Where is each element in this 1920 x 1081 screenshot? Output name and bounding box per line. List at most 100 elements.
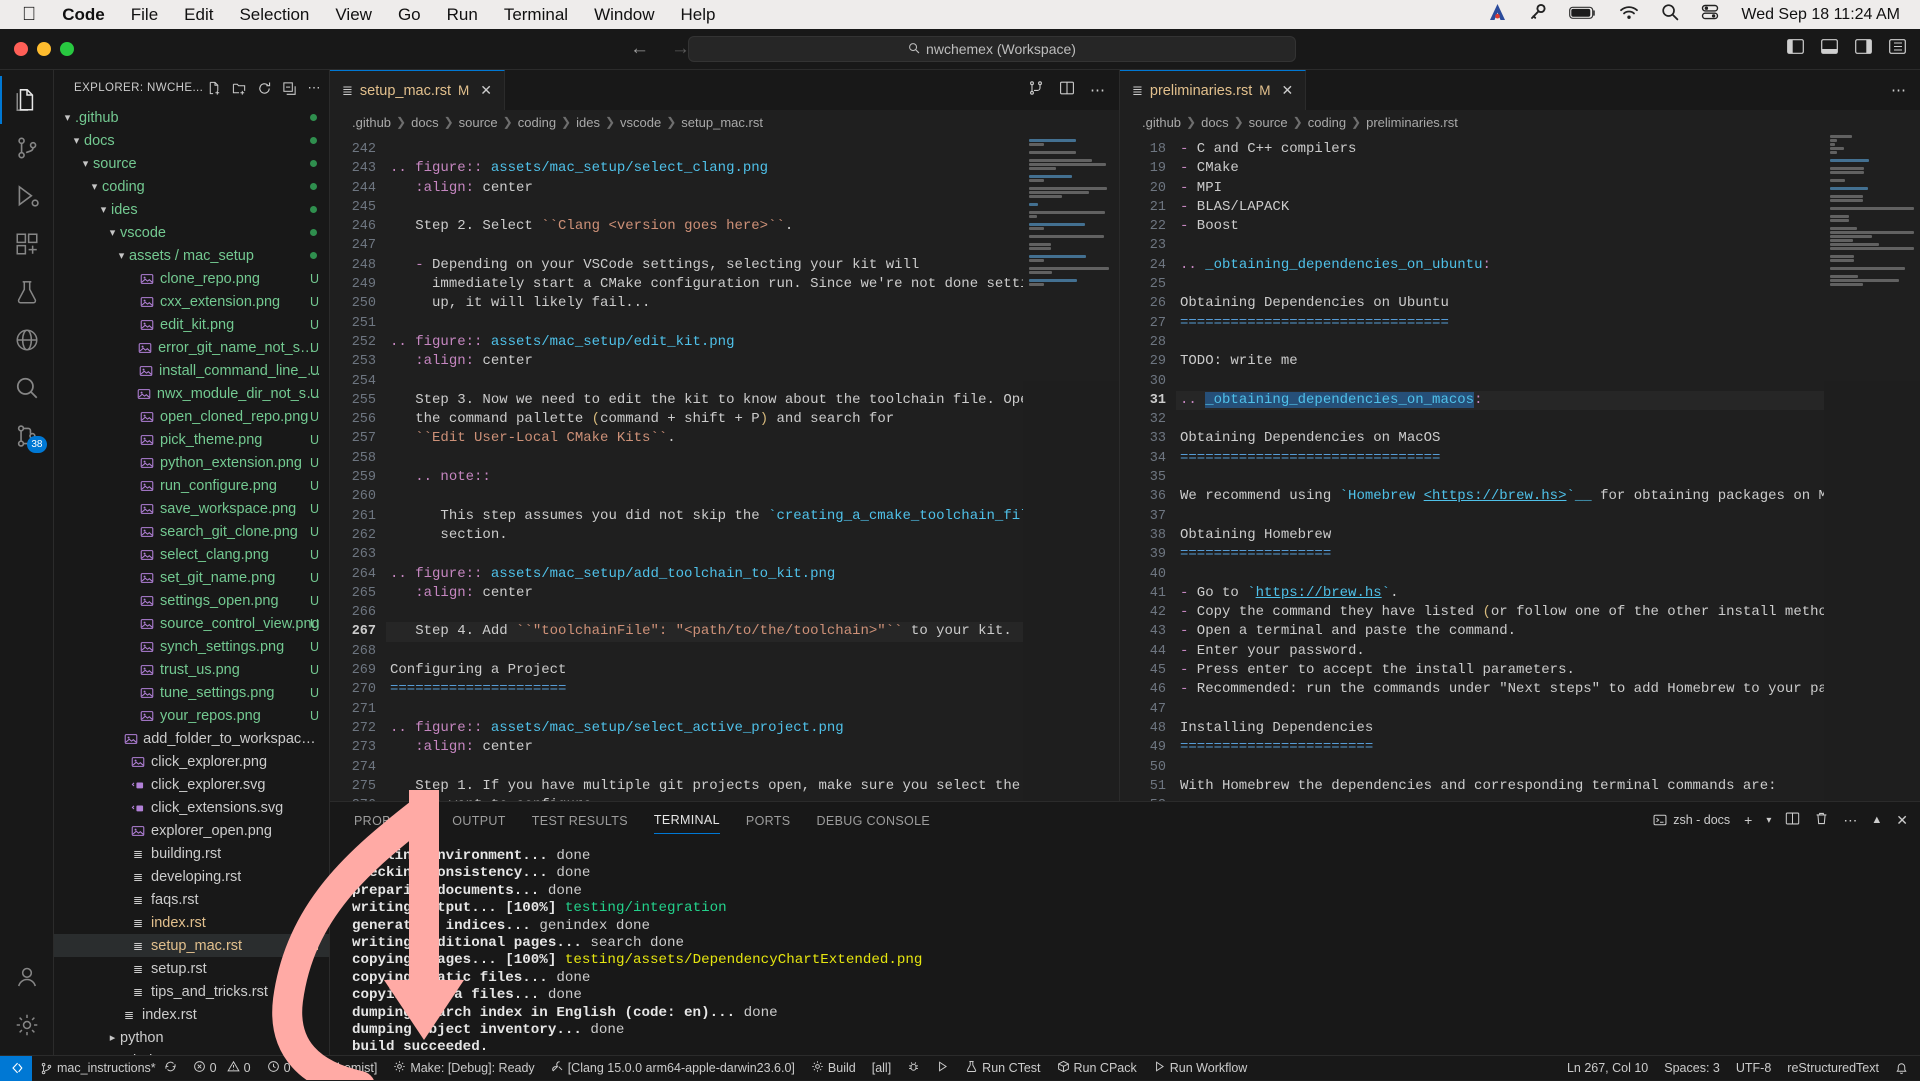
battery-icon[interactable] bbox=[1569, 5, 1597, 25]
menu-item-code[interactable]: Code bbox=[49, 5, 118, 25]
code-line[interactable] bbox=[1176, 507, 1824, 526]
menu-item-terminal[interactable]: Terminal bbox=[491, 5, 581, 25]
tree-file-row[interactable]: ≣ setup.rst bbox=[54, 957, 329, 980]
tab-setup-mac-rst[interactable]: ≣ setup_mac.rst M ✕ bbox=[330, 70, 505, 110]
code-line[interactable]: - Depending on your VSCode settings, sel… bbox=[386, 256, 1023, 275]
code-line[interactable]: Step 1. If you have multiple git project… bbox=[386, 777, 1023, 796]
breadcrumb-item[interactable]: preliminaries.rst bbox=[1366, 115, 1458, 130]
tree-file-row[interactable]: ≣ tips_and_tricks.rst bbox=[54, 980, 329, 1003]
tree-file-row[interactable]: error_git_name_not_set... U bbox=[54, 336, 329, 359]
status-cmake-build[interactable]: Build bbox=[803, 1060, 864, 1076]
tree-file-row[interactable]: tune_settings.png U bbox=[54, 681, 329, 704]
close-panel-icon[interactable]: ✕ bbox=[1896, 812, 1908, 829]
tree-file-row[interactable]: click_extensions.svg bbox=[54, 796, 329, 819]
code-line[interactable]: - Copy the command they have listed (or … bbox=[1176, 603, 1824, 622]
code-line[interactable]: We recommend using `Homebrew <https://br… bbox=[1176, 487, 1824, 506]
chevron-down-icon[interactable]: ▾ bbox=[105, 226, 120, 239]
wifi-icon[interactable] bbox=[1619, 5, 1639, 25]
menu-item-run[interactable]: Run bbox=[434, 5, 491, 25]
code-line[interactable]: TODO: write me bbox=[1176, 352, 1824, 371]
tree-file-row[interactable]: trust_us.png U bbox=[54, 658, 329, 681]
minimize-window-button[interactable] bbox=[37, 42, 51, 56]
code-line[interactable]: :align: center bbox=[386, 352, 1023, 371]
code-line[interactable] bbox=[386, 140, 1023, 159]
code-line[interactable]: .. _obtaining_dependencies_on_ubuntu: bbox=[1176, 256, 1824, 275]
code-line[interactable]: - Go to `https://brew.hs`. bbox=[1176, 584, 1824, 603]
tree-file-row[interactable]: open_cloned_repo.png U bbox=[54, 405, 329, 428]
tree-file-row[interactable]: ≣ setup_mac.rst M bbox=[54, 934, 329, 957]
code-content-right[interactable]: - C and C++ compilers - CMake - MPI - BLAS/… bbox=[1176, 134, 1824, 801]
code-line[interactable]: section. bbox=[386, 526, 1023, 545]
code-line[interactable] bbox=[1176, 796, 1824, 801]
breadcrumb-item[interactable]: docs bbox=[411, 115, 438, 130]
sync-icon[interactable] bbox=[164, 1060, 177, 1076]
code-line[interactable]: .. figure:: assets/mac_setup/select_clan… bbox=[386, 159, 1023, 178]
editor-tab-actions-left[interactable]: ⋯ bbox=[1014, 70, 1119, 110]
tree-file-row[interactable]: pick_theme.png U bbox=[54, 428, 329, 451]
customize-layout-icon[interactable] bbox=[1889, 39, 1906, 59]
tree-file-row[interactable]: set_git_name.png U bbox=[54, 566, 329, 589]
menu-item-file[interactable]: File bbox=[118, 5, 171, 25]
sidebar-item-remote-explorer[interactable] bbox=[0, 316, 54, 364]
code-content-left[interactable]: .. figure:: assets/mac_setup/select_clan… bbox=[386, 134, 1023, 801]
toggle-panel-icon[interactable] bbox=[1821, 39, 1838, 59]
menu-item-window[interactable]: Window bbox=[581, 5, 667, 25]
tree-file-row[interactable]: synch_settings.png U bbox=[54, 635, 329, 658]
code-line[interactable] bbox=[386, 372, 1023, 391]
code-line[interactable]: ================================ bbox=[1176, 314, 1824, 333]
tree-folder-row[interactable]: ▾ ides bbox=[54, 198, 329, 221]
code-line[interactable] bbox=[386, 449, 1023, 468]
status-cmake-build-type[interactable]: Make: [Debug]: Ready bbox=[385, 1060, 542, 1076]
tree-file-row[interactable]: source_control_view.png U bbox=[54, 612, 329, 635]
code-line[interactable] bbox=[386, 700, 1023, 719]
tree-folder-row[interactable]: ▸ python bbox=[54, 1026, 329, 1049]
status-branch[interactable]: mac_instructions* bbox=[32, 1060, 185, 1076]
status-cmake-target[interactable]: [all] bbox=[864, 1061, 899, 1075]
control-center-icon[interactable] bbox=[1701, 3, 1719, 26]
code-line[interactable]: - Boost bbox=[1176, 217, 1824, 236]
code-line[interactable]: - C and C++ compilers bbox=[1176, 140, 1824, 159]
search-icon[interactable] bbox=[1661, 3, 1679, 26]
code-line[interactable]: This step assumes you did not skip the `… bbox=[386, 507, 1023, 526]
breadcrumb-item[interactable]: .github bbox=[352, 115, 391, 130]
status-problems[interactable]: 0 0 bbox=[185, 1060, 259, 1076]
code-line[interactable]: =============================== bbox=[1176, 449, 1824, 468]
code-line[interactable]: Step 2. Select ``Clang <version goes her… bbox=[386, 217, 1023, 236]
new-terminal-icon[interactable]: + bbox=[1744, 812, 1752, 828]
code-line[interactable]: - Open a terminal and paste the command. bbox=[1176, 622, 1824, 641]
code-line[interactable] bbox=[386, 236, 1023, 255]
more-actions-icon[interactable]: ⋯ bbox=[1090, 81, 1105, 99]
breadcrumb-item[interactable]: setup_mac.rst bbox=[681, 115, 763, 130]
sidebar-item-run-and-debug[interactable] bbox=[0, 172, 54, 220]
gear-icon[interactable] bbox=[0, 1001, 54, 1049]
tree-file-row[interactable]: click_explorer.svg bbox=[54, 773, 329, 796]
chevron-down-icon[interactable]: ▾ bbox=[69, 134, 84, 147]
tree-file-row[interactable]: add_folder_to_workspace.png bbox=[54, 727, 329, 750]
tab-preliminaries-rst[interactable]: ≣ preliminaries.rst M ✕ bbox=[1120, 70, 1307, 110]
breadcrumb-left[interactable]: .github ❯ docs ❯ source ❯ coding ❯ ides ❯ vscode ❯ s… bbox=[330, 110, 1119, 134]
chevron-down-icon[interactable]: ▾ bbox=[78, 157, 93, 170]
code-line[interactable]: :align: center bbox=[386, 179, 1023, 198]
tree-file-row[interactable]: your_repos.png U bbox=[54, 704, 329, 727]
code-line[interactable]: you want to configure. bbox=[386, 796, 1023, 801]
code-editor-left[interactable]: 242 243 244 245 246 247 248 249 250 251 252 253 254 2… bbox=[330, 134, 1119, 801]
tree-folder-row[interactable]: ▾ coding bbox=[54, 175, 329, 198]
breadcrumb-item[interactable]: source bbox=[1249, 115, 1288, 130]
code-line[interactable]: Obtaining Dependencies on Ubuntu bbox=[1176, 294, 1824, 313]
status-ports[interactable]: 0 bbox=[259, 1060, 299, 1076]
panel-tab-terminal[interactable]: TERMINAL bbox=[653, 806, 720, 834]
tree-file-row[interactable]: select_clang.png U bbox=[54, 543, 329, 566]
remote-window-icon[interactable] bbox=[0, 1055, 32, 1081]
status-cmake-compiler[interactable]: [Clang 15.0.0 arm64-apple-darwin23.6.0] bbox=[543, 1060, 803, 1076]
code-line[interactable]: .. _obtaining_dependencies_on_macos: bbox=[1176, 391, 1824, 410]
more-actions-icon[interactable]: ⋯ bbox=[1843, 812, 1857, 829]
code-line[interactable]: - CMake bbox=[1176, 159, 1824, 178]
code-line[interactable] bbox=[386, 314, 1023, 333]
code-line[interactable]: - Enter your password. bbox=[1176, 642, 1824, 661]
sidebar-item-testing[interactable] bbox=[0, 268, 54, 316]
new-folder-icon[interactable] bbox=[228, 77, 250, 99]
menu-item-view[interactable]: View bbox=[322, 5, 385, 25]
breadcrumb-item[interactable]: coding bbox=[518, 115, 556, 130]
status-cmake-kit[interactable]: [Chemist] bbox=[299, 1060, 386, 1077]
status-run-ctest[interactable]: Run CTest bbox=[957, 1060, 1048, 1076]
